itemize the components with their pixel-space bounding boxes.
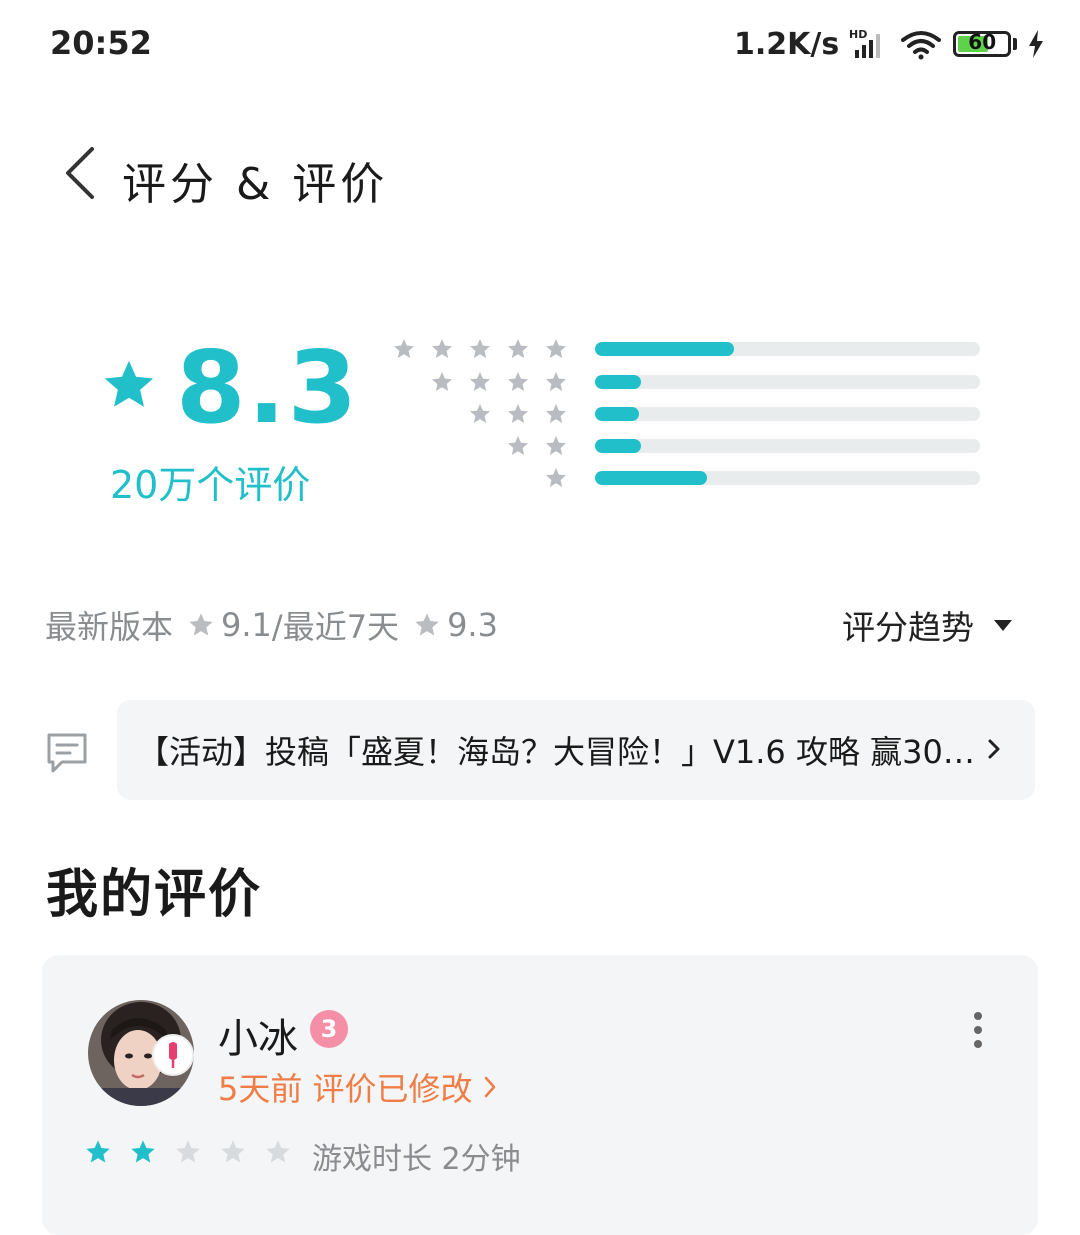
star-icon: [508, 339, 528, 358]
rating-score: 8.3: [176, 329, 360, 446]
distribution-row-3-star: [398, 402, 983, 426]
version-rating-line: 最新版本 9.1 /最近7天 9.3: [45, 600, 498, 650]
wifi-icon: [901, 31, 942, 60]
rating-star-icon: [104, 360, 154, 407]
distribution-row-4-star: [398, 370, 983, 394]
distribution-stars: [506, 434, 568, 458]
charging-icon: [1029, 30, 1044, 58]
distribution-stars: [430, 370, 568, 394]
star-icon: [470, 339, 490, 358]
star-icon: [470, 404, 490, 423]
star-icon: [415, 613, 439, 636]
latest-version-label: 最新版本: [45, 608, 174, 646]
star-empty-icon: [266, 1140, 290, 1163]
chevron-right-icon: [988, 739, 1000, 759]
review-edited-link[interactable]: 5天前 评价已修改: [218, 1064, 497, 1110]
activity-banner[interactable]: 【活动】投稿「盛夏！海岛？大冒险！」V1.6 攻略 赢30…: [117, 700, 1035, 800]
star-filled-icon: [131, 1140, 155, 1163]
star-icon: [546, 436, 566, 455]
net-speed: 1.2K/s: [734, 26, 840, 62]
star-empty-icon: [221, 1140, 245, 1163]
distribution-bar-fill: [595, 375, 642, 389]
battery-icon: 60: [953, 30, 1012, 57]
page-title: 评分 & 评价: [122, 159, 389, 210]
star-icon: [546, 404, 566, 423]
more-options-icon[interactable]: [970, 1012, 986, 1048]
recent-score: 9.3: [447, 606, 498, 644]
status-indicators: 1.2K/s HD 60: [734, 22, 1045, 66]
svg-text:HD: HD: [849, 28, 867, 41]
recent-label: /最近7天: [271, 608, 400, 646]
review-time-text: 5天前 评价已修改: [218, 1070, 473, 1108]
star-icon: [546, 372, 566, 391]
my-rating-stars: [84, 1138, 292, 1166]
username[interactable]: 小冰: [218, 1006, 298, 1064]
activity-text: 【活动】投稿「盛夏！海岛？大冒险！」V1.6 攻略 赢30…: [137, 733, 975, 771]
chevron-right-icon: [484, 1076, 495, 1098]
distribution-bar-fill: [595, 471, 707, 485]
distribution-bar-fill: [595, 439, 642, 453]
rating-trend-label: 评分趋势: [842, 608, 974, 647]
star-icon: [508, 372, 528, 391]
star-icon: [189, 613, 213, 636]
distribution-bar: [595, 471, 980, 485]
star-icon: [432, 339, 452, 358]
my-review-title: 我的评价: [46, 865, 263, 925]
distribution-bar-fill: [595, 407, 640, 421]
star-icon: [546, 468, 566, 487]
dropdown-arrow-icon: [994, 619, 1012, 631]
level-badge: 3: [310, 1010, 348, 1048]
review-count: 20万个评价: [110, 463, 311, 507]
message-icon: [47, 733, 87, 773]
distribution-bar: [595, 342, 980, 356]
distribution-row-2-star: [398, 434, 983, 458]
battery-level: 60: [968, 30, 997, 54]
distribution-stars: [468, 402, 568, 426]
star-filled-icon: [86, 1140, 110, 1163]
star-icon: [470, 372, 490, 391]
latest-version-score: 9.1: [221, 606, 272, 644]
distribution-row-1-star: [398, 466, 983, 490]
star-icon: [546, 339, 566, 358]
distribution-stars: [544, 466, 568, 490]
playtime: 游戏时长 2分钟: [312, 1142, 521, 1177]
star-icon: [508, 436, 528, 455]
distribution-stars: [392, 337, 568, 361]
distribution-bar: [595, 439, 980, 453]
status-time: 20:52: [50, 24, 152, 62]
distribution-bar: [595, 375, 980, 389]
rating-trend-dropdown[interactable]: 评分趋势: [842, 600, 1012, 650]
star-icon: [432, 372, 452, 391]
distribution-bar-fill: [595, 342, 734, 356]
star-empty-icon: [176, 1140, 200, 1163]
my-review-card[interactable]: [42, 955, 1038, 1235]
distribution-bar: [595, 407, 980, 421]
avatar-badge-icon: [152, 1034, 194, 1076]
star-icon: [508, 404, 528, 423]
signal-icon: HD: [849, 28, 881, 58]
distribution-row-5-star: [394, 337, 983, 361]
star-icon: [394, 339, 414, 358]
back-icon[interactable]: [60, 145, 100, 201]
